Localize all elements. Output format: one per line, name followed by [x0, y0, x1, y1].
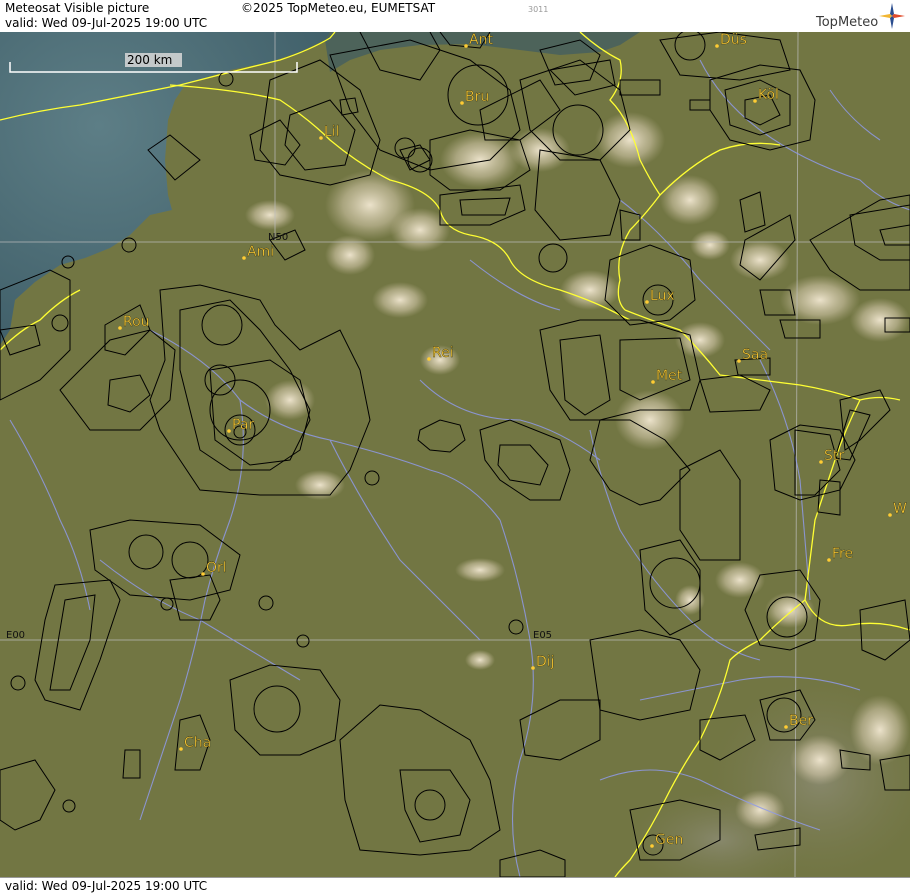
city-dot-saa [737, 359, 741, 363]
city-label-saa: Saa [742, 347, 768, 363]
city-dot-rei [427, 357, 431, 361]
city-label-bru: Bru [465, 89, 489, 105]
satellite-image: 200 km N50 E00 E05 Ant Bru Lil Düs Köl Ami Rou Lu… [0, 32, 910, 877]
city-label-ami: Ami [247, 244, 274, 260]
city-dot-fre [827, 558, 831, 562]
city-label-rei: Rei [432, 345, 454, 361]
city-dot-w [888, 513, 892, 517]
city-label-w: W [893, 501, 907, 517]
city-dot-kol [753, 99, 757, 103]
city-dot-rou [118, 326, 122, 330]
image-code: 3011 [528, 5, 549, 14]
city-label-dij: Dij [536, 654, 555, 670]
city-label-orl: Orl [206, 560, 227, 576]
city-dot-ami [242, 256, 246, 260]
city-dot-str [819, 460, 823, 464]
city-dot-lux [645, 300, 649, 304]
city-label-kol: Köl [758, 87, 779, 103]
city-label-met: Met [656, 368, 683, 384]
copyright-notice: ©2025 TopMeteo.eu, EUMETSAT [241, 1, 436, 15]
map-title: Meteosat Visible picture [5, 1, 150, 15]
city-label-lil: Lil [324, 124, 340, 140]
city-label-par: Par [232, 417, 254, 433]
city-label-gen: Gen [655, 832, 683, 848]
city-label-fre: Fre [832, 546, 853, 562]
city-label-rou: Rou [123, 314, 150, 330]
city-dot-met [651, 380, 655, 384]
compass-star-icon [879, 3, 905, 29]
city-dot-lil [319, 136, 323, 140]
map-footer: valid: Wed 09-Jul-2025 19:00 UTC [0, 877, 910, 894]
city-label-dus: Düs [720, 32, 747, 48]
city-dot-par [227, 429, 231, 433]
city-dot-bru [460, 101, 464, 105]
satellite-map-viewer: Meteosat Visible picture valid: Wed 09-J… [0, 0, 910, 894]
grid-label-e05: E05 [533, 630, 552, 641]
valid-time: valid: Wed 09-Jul-2025 19:00 UTC [5, 16, 208, 30]
scale-bar-label: 200 km [127, 53, 172, 67]
city-label-lux: Lux [650, 288, 675, 304]
city-dot-dus [715, 44, 719, 48]
topmeteo-logo-text: TopMeteo [816, 15, 879, 30]
city-dot-ant [464, 44, 468, 48]
city-dot-dij [531, 666, 535, 670]
grid-label-n50: N50 [268, 232, 288, 243]
city-dot-orl [201, 572, 205, 576]
city-label-ant: Ant [469, 32, 493, 48]
city-label-ber: Ber [789, 713, 813, 729]
grid-label-e00: E00 [6, 630, 25, 641]
city-label-str: Str [824, 448, 844, 464]
city-dot-cha [179, 747, 183, 751]
city-label-cha: Cha [184, 735, 211, 751]
map-header: Meteosat Visible picture valid: Wed 09-J… [0, 0, 910, 33]
city-dot-ber [784, 725, 788, 729]
valid-time-footer: valid: Wed 09-Jul-2025 19:00 UTC [5, 879, 208, 893]
city-dot-gen [650, 844, 654, 848]
